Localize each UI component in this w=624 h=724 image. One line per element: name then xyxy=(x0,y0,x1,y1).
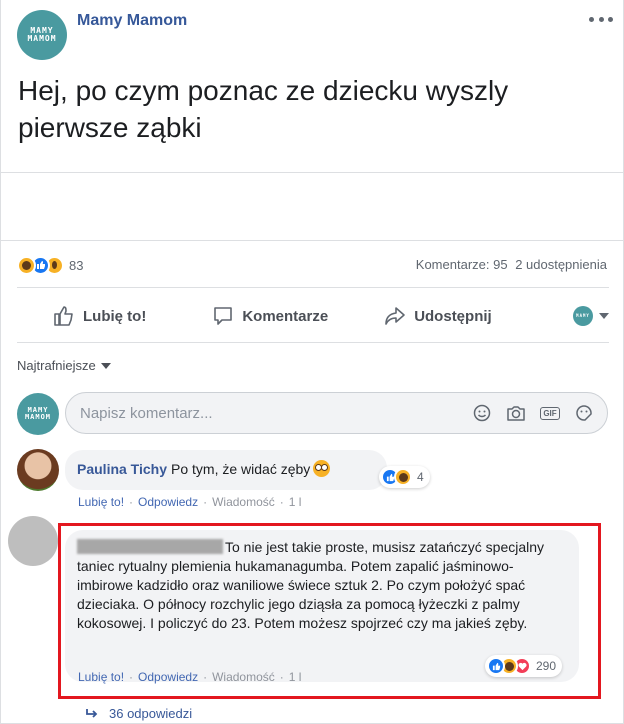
post-card: MAMY MAMOM Mamy Mamom Hej, po czym pozna… xyxy=(0,0,624,724)
divider xyxy=(17,342,609,343)
share-icon xyxy=(385,307,405,325)
post-reactions-summary[interactable]: 83 xyxy=(17,255,83,275)
comment-bubble: Paulina Tichy Po tym, że widać zęby xyxy=(65,450,387,490)
post-text: Hej, po czym poznac ze dziecku wyszly pi… xyxy=(18,75,509,143)
comment-composer: GIF xyxy=(65,392,608,434)
share-button-label: Udostępnij xyxy=(414,307,492,325)
comment-message-link[interactable]: Wiadomość xyxy=(212,495,275,509)
sort-label: Najtrafniejsze xyxy=(17,358,96,373)
comment-reaction-count: 4 xyxy=(417,470,424,484)
comment-meta: Lubię to! · Odpowiedz · Wiadomość · 1 l xyxy=(78,495,302,509)
divider xyxy=(17,287,609,288)
comment-sort-dropdown[interactable]: Najtrafniejsze xyxy=(17,358,111,373)
haha-reaction-icon xyxy=(17,255,36,275)
emoji-icon[interactable] xyxy=(471,402,493,424)
identity-avatar: MAMY xyxy=(573,306,593,326)
gif-icon[interactable]: GIF xyxy=(539,402,561,424)
comment-text: Po tym, że widać zęby xyxy=(171,461,311,477)
shares-count[interactable]: 2 udostępnienia xyxy=(515,257,607,272)
comment-button-label: Komentarze xyxy=(242,307,329,325)
post-stats: Komentarze: 95 2 udostępnienia xyxy=(412,257,607,272)
identity-picker[interactable]: MAMY xyxy=(573,306,609,326)
page-avatar[interactable]: MAMY MAMOM xyxy=(17,10,67,60)
share-button[interactable]: Udostępnij xyxy=(384,298,492,334)
flushed-emoji-icon xyxy=(313,460,331,477)
composer-icons: GIF xyxy=(459,402,595,424)
divider xyxy=(1,172,624,173)
comments-count[interactable]: Komentarze: 95 xyxy=(416,257,508,272)
comment-like-link[interactable]: Lubię to! xyxy=(78,495,124,509)
chevron-down-icon xyxy=(100,362,111,369)
logo-text-bottom: MAMOM xyxy=(24,413,52,421)
comment-reactions[interactable]: 4 xyxy=(379,466,430,488)
camera-icon[interactable] xyxy=(505,402,527,424)
divider xyxy=(1,240,624,241)
page-name[interactable]: Mamy Mamom xyxy=(77,12,187,30)
more-options-icon[interactable] xyxy=(589,14,613,24)
thumbs-up-icon xyxy=(54,306,73,326)
commenter-avatar-redacted[interactable] xyxy=(8,516,58,566)
replies-count: 36 odpowiedzi xyxy=(109,706,193,721)
comment-icon xyxy=(214,307,233,325)
like-button-label: Lubię to! xyxy=(83,307,147,325)
comment-button[interactable]: Komentarze xyxy=(212,298,328,334)
comment-time[interactable]: 1 l xyxy=(289,495,302,509)
post-action-bar: Lubię to! Komentarze Udostępnij MAMY xyxy=(17,298,609,334)
commenter-avatar[interactable] xyxy=(17,449,59,491)
logo-text-bottom: MAMOM xyxy=(27,34,57,43)
comment-input[interactable] xyxy=(80,404,450,422)
view-replies-link[interactable]: 36 odpowiedzi xyxy=(85,706,192,721)
like-reaction-icon xyxy=(487,657,505,675)
like-button[interactable]: Lubię to! xyxy=(53,298,146,334)
comment-reply-link[interactable]: Odpowiedz xyxy=(138,495,198,509)
comment-author[interactable]: Paulina Tichy xyxy=(77,461,167,477)
haha-reaction-icon xyxy=(394,468,412,486)
reply-arrow-icon xyxy=(86,708,98,718)
sticker-icon[interactable] xyxy=(573,402,595,424)
current-user-avatar: MAMY MAMOM xyxy=(17,393,59,435)
chevron-down-icon xyxy=(599,313,609,319)
reaction-count: 83 xyxy=(69,257,84,273)
